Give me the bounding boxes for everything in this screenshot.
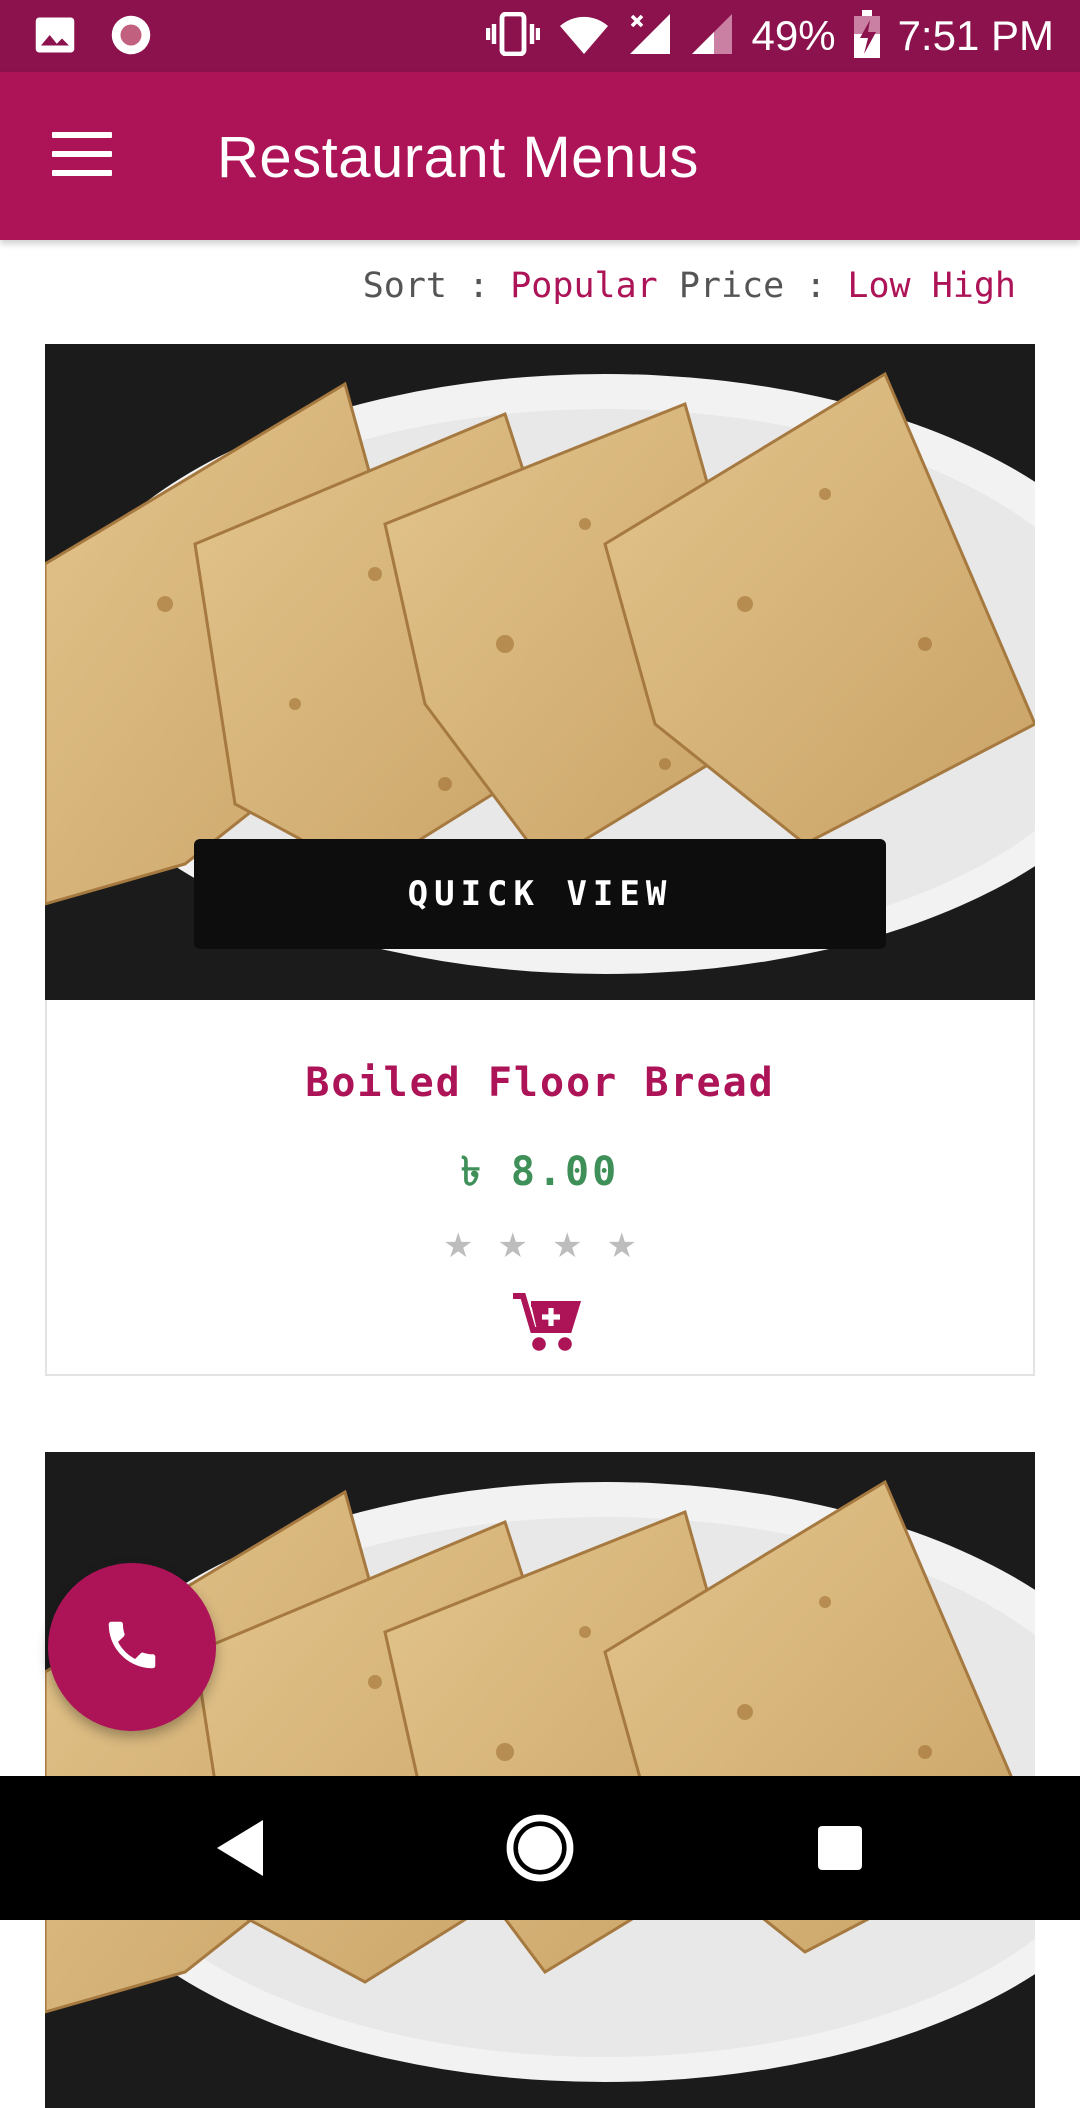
star-icon[interactable]: ★ [498,1226,528,1266]
food-image[interactable]: QUICK VIEW [45,344,1035,1000]
battery-percentage: 49% [751,12,836,59]
status-bar: 49% 7:51 PM [0,0,1080,72]
battery-charging-icon [853,9,880,63]
status-bar-right: 49% 7:51 PM [485,8,1054,64]
star-icon[interactable]: ★ [552,1226,582,1266]
wifi-icon [558,12,610,61]
price-low-link[interactable]: Low [847,266,910,306]
sort-bar: Sort : Popular Price : Low High [363,266,1016,306]
add-to-cart-icon[interactable] [513,1292,582,1354]
price-label: Price : [657,266,848,306]
quick-view-button[interactable]: QUICK VIEW [194,839,886,949]
app-bar: Restaurant Menus [0,72,1080,240]
recents-icon[interactable] [800,1776,880,1920]
home-icon[interactable] [500,1776,580,1920]
hamburger-menu-icon[interactable] [52,132,112,180]
star-icon[interactable]: ★ [606,1226,636,1266]
phone-icon [101,1614,163,1681]
price-high-link[interactable]: High [932,266,1016,306]
sort-popular-link[interactable]: Popular [510,266,658,306]
item-price: ৳ 8.00 [460,1149,620,1195]
gallery-icon [34,14,76,61]
system-nav-bar [0,1776,1080,1920]
signal-icon [628,12,672,61]
sort-label: Sort : [362,266,511,306]
back-icon[interactable] [200,1776,280,1920]
page-title: Restaurant Menus [217,125,699,190]
star-icon[interactable]: ★ [443,1226,473,1266]
rating-stars: ★ ★ ★ ★ [47,1226,1033,1266]
status-bar-left [34,14,152,61]
signal-icon [690,12,734,61]
card-body: Boiled Floor Bread ৳ 8.00 ★ ★ ★ ★ [45,1000,1035,1376]
vibrate-icon [485,11,540,61]
item-name[interactable]: Boiled Floor Bread [47,1060,1033,1106]
record-icon [110,14,152,61]
status-time: 7:51 PM [897,12,1054,59]
call-button[interactable] [48,1563,216,1731]
